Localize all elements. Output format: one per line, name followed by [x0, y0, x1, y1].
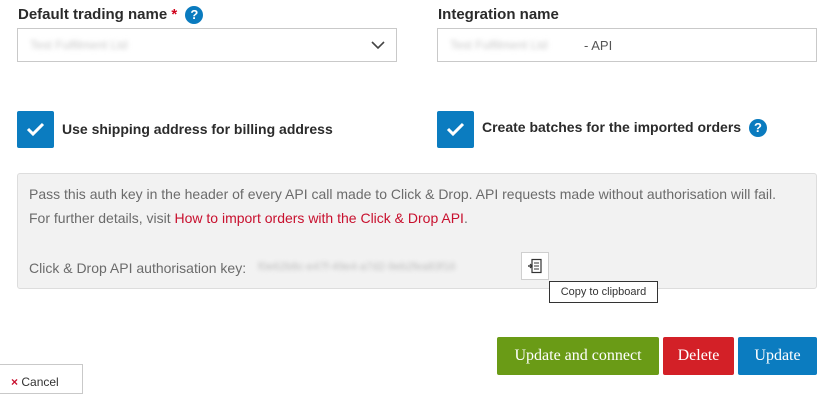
integration-name-label: Integration name — [438, 6, 559, 23]
copy-tooltip: Copy to clipboard — [549, 281, 658, 303]
auth-info-line1: Pass this auth key in the header of ever… — [29, 186, 777, 202]
integration-name-input[interactable]: Test Fulfilment Ltd - API — [437, 28, 817, 62]
checkmark-icon — [26, 122, 45, 137]
update-button[interactable]: Update — [738, 337, 817, 375]
cancel-button[interactable]: × Cancel — [0, 364, 83, 394]
close-icon: × — [11, 375, 19, 389]
create-batches-label-text: Create batches for the imported orders — [482, 119, 742, 135]
help-icon[interactable]: ? — [185, 6, 204, 25]
update-and-connect-button[interactable]: Update and connect — [497, 337, 659, 375]
delete-button[interactable]: Delete — [663, 337, 734, 375]
auth-key-label: Click & Drop API authorisation key: — [29, 260, 247, 276]
cancel-label: Cancel — [21, 375, 59, 389]
integration-name-blurred: Test Fulfilment Ltd — [450, 38, 548, 52]
auth-info-line2-suffix: . — [463, 210, 468, 226]
import-orders-link[interactable]: How to import orders with the Click & Dr… — [175, 210, 464, 226]
required-asterisk: * — [171, 6, 178, 23]
checkmark-icon — [446, 122, 465, 137]
copy-clipboard-icon — [528, 258, 542, 274]
auth-key-panel: Pass this auth key in the header of ever… — [17, 173, 817, 289]
integration-name-suffix: - API — [584, 38, 613, 53]
create-batches-checkbox[interactable] — [437, 111, 474, 148]
chevron-down-icon — [371, 41, 385, 50]
auth-key-value: f0e62b8c-e47f-49e4-a7d2-9eb2fea83f16 — [258, 261, 456, 273]
trading-name-value: Test Fulfilment Ltd — [30, 38, 128, 52]
trading-name-label: Default trading name * ? — [18, 6, 204, 25]
trading-name-label-text: Default trading name — [18, 6, 168, 23]
trading-name-select[interactable]: Test Fulfilment Ltd — [17, 28, 397, 62]
auth-info-line2-prefix: For further details, visit — [29, 210, 175, 226]
auth-info-line2: For further details, visit How to import… — [29, 210, 468, 226]
shipping-billing-label: Use shipping address for billing address — [62, 121, 333, 137]
help-icon[interactable]: ? — [748, 119, 767, 138]
copy-key-button[interactable] — [521, 252, 549, 280]
create-batches-label: Create batches for the imported orders ? — [482, 119, 767, 138]
shipping-billing-checkbox[interactable] — [17, 111, 54, 148]
